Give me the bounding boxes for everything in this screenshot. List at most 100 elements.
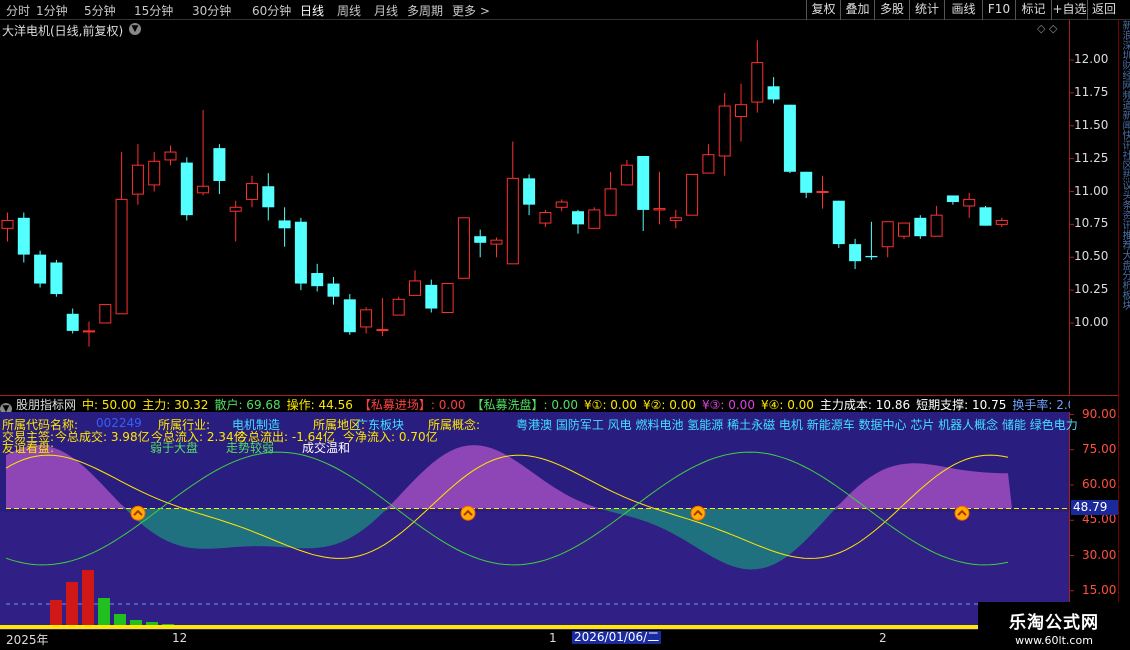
date-month-label: 12	[172, 631, 188, 645]
side-strip-char: 头	[1120, 190, 1130, 200]
side-strip-char: 新	[1120, 110, 1130, 120]
side-strip-char: 浪	[1120, 30, 1130, 40]
price-tick-label: 11.00	[1074, 183, 1109, 198]
candle-body	[99, 304, 112, 324]
axis-divider	[1069, 20, 1070, 630]
indicator-level-box: 48.79	[1071, 500, 1118, 515]
indicator-info-text: 今总成交: 3.98亿	[55, 430, 150, 444]
side-strip-char: 条	[1120, 200, 1130, 210]
indicator-info-text: 粤港澳 国防军工 风电 燃料电池 氢能源 稀土永磁 电机 新能源车 数据中心 芯…	[516, 418, 1078, 432]
candle-body	[376, 329, 389, 332]
candle-body	[914, 217, 927, 237]
candle-body	[816, 191, 829, 193]
candle-body	[294, 221, 307, 284]
indicator-value: ¥④: 0.00	[760, 398, 814, 412]
price-tick-label: 10.50	[1074, 249, 1109, 264]
side-strip-char: 快	[1120, 130, 1130, 140]
candle-body	[1, 219, 14, 229]
candle-body	[115, 198, 128, 315]
side-strip-char: 大	[1120, 250, 1130, 260]
cursor-date-label: 2026/01/06/二	[572, 630, 662, 644]
candle-body	[278, 220, 291, 229]
candle-body	[800, 171, 813, 193]
side-strip-char: 闻	[1120, 120, 1130, 130]
indicator-value: 主力: 30.32	[142, 398, 209, 412]
candle-body	[474, 236, 487, 243]
indicator-value: 短期支撑: 10.75	[916, 398, 1007, 412]
indicator-bar	[114, 614, 126, 626]
candle-body	[930, 214, 943, 237]
candle-body	[653, 208, 666, 211]
watermark-url: www.60lt.com	[1015, 634, 1093, 647]
candle-body	[66, 313, 79, 331]
stock-chart-window: { "toolbar": { "timeframes": ["分时","1分钟"…	[0, 0, 1130, 650]
candle-body	[197, 185, 210, 194]
indicator-value: 中: 50.00	[82, 398, 137, 412]
candle-body	[995, 219, 1008, 225]
indicator-info-text: 今净流入: 0.70亿	[343, 430, 438, 444]
chevron-down-icon[interactable]: ▼	[0, 403, 12, 412]
price-tick-label: 10.75	[1074, 216, 1109, 231]
candle-body	[229, 206, 242, 212]
candle-body	[180, 162, 193, 216]
side-strip-char: 讯	[1120, 140, 1130, 150]
indicator-tick-label: 60.00	[1082, 477, 1117, 491]
side-strip-char: 深	[1120, 40, 1130, 50]
candle-body	[669, 217, 682, 221]
candle-body	[686, 173, 699, 216]
candle-body	[392, 298, 405, 316]
indicator-tick-label: 75.00	[1082, 441, 1117, 456]
candle-body	[898, 222, 910, 237]
indicator-value: 操作: 44.56	[286, 398, 353, 412]
side-strip-char: 圳	[1120, 50, 1130, 60]
side-strip-char: 议	[1120, 180, 1130, 190]
candle-body	[360, 309, 373, 328]
chart-canvas[interactable]	[0, 0, 1130, 650]
price-tick-label: 11.50	[1074, 117, 1109, 132]
buy-signal-icon	[954, 505, 970, 521]
candle-body	[767, 86, 780, 100]
candle-body	[506, 177, 519, 265]
indicator-value: ¥②: 0.00	[643, 398, 696, 412]
candle-body	[457, 217, 470, 279]
date-month-label: 2	[879, 631, 887, 645]
side-strip-char: 区	[1120, 160, 1130, 170]
price-tick-label: 11.25	[1074, 150, 1109, 165]
indicator-bar	[50, 600, 62, 626]
candle-body	[849, 244, 862, 262]
candle-body	[979, 207, 992, 226]
indicator-value: 换手率: 2.02	[1012, 398, 1070, 412]
indicator-tick-label: 15.00	[1082, 582, 1117, 597]
indicator-header: ▼ 股朋指标网 中: 50.00 主力: 30.32 散户: 69.68 操作: 44.5…	[0, 396, 1070, 412]
candle-body	[620, 164, 633, 186]
side-strip-char: 财	[1120, 60, 1130, 70]
indicator-name: 股朋指标网	[16, 398, 77, 412]
side-strip-char: 资	[1120, 210, 1130, 220]
side-strip-char: 热	[1120, 170, 1130, 180]
candle-body	[946, 195, 959, 203]
candle-body	[637, 155, 650, 210]
candle-body	[572, 211, 584, 225]
side-strip-char: 荐	[1120, 240, 1130, 250]
candle-body	[881, 221, 894, 248]
candle-body	[735, 104, 747, 118]
candle-body	[425, 284, 438, 309]
side-strip-char: 析	[1120, 280, 1130, 290]
candle-body	[588, 209, 601, 229]
right-side-strip: 新浪深圳财经网频道新闻快讯社区热议头条资讯推荐大盘分析板块	[1118, 20, 1130, 620]
buy-signal-icon	[460, 505, 476, 521]
candle-body	[441, 283, 454, 313]
price-tick-label: 11.75	[1074, 84, 1109, 99]
candle-body	[832, 200, 845, 245]
buy-signal-icon	[690, 505, 706, 521]
indicator-info-text: 弱于大盘	[150, 441, 199, 455]
candle-body	[523, 178, 536, 205]
candle-body	[343, 299, 356, 333]
candle-body	[783, 104, 796, 172]
candle-body	[963, 198, 976, 207]
candle-body	[718, 105, 731, 157]
side-strip-char: 频	[1120, 90, 1130, 100]
price-tick-label: 10.25	[1074, 282, 1109, 297]
candle-body	[555, 201, 568, 208]
baseline-bar	[0, 625, 1069, 629]
